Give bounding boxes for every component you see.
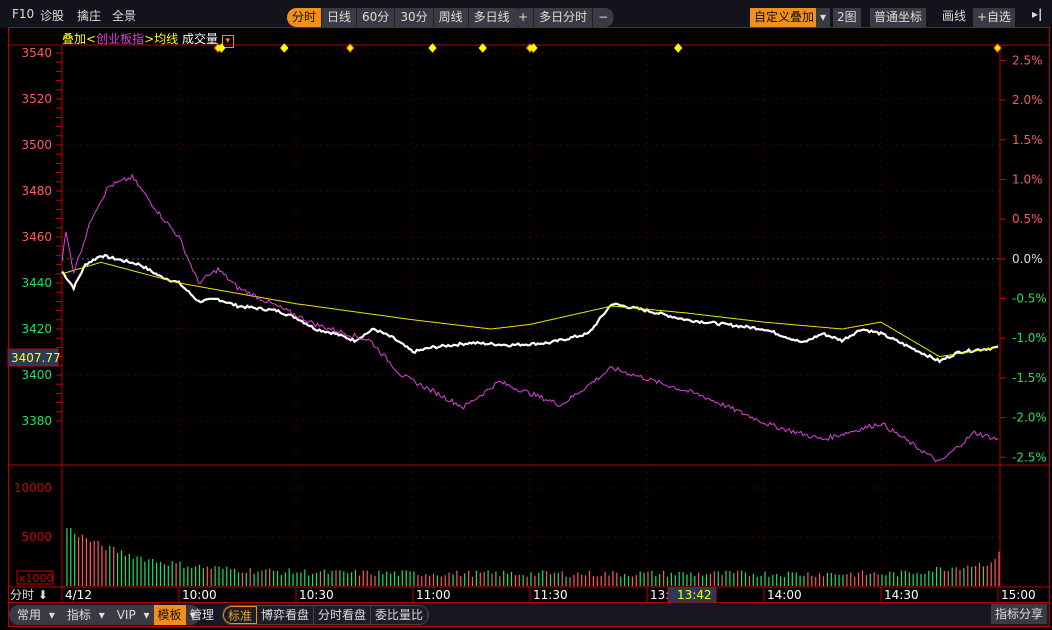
series-avg: [61, 261, 999, 358]
menu-vip[interactable]: VIP ▾: [109, 605, 154, 625]
menu-common[interactable]: 常用 ▾: [9, 605, 59, 625]
pct-tick-label: 2.5%: [1012, 53, 1043, 67]
bottom-menus: 常用 ▾ 指标 ▾ VIP ▾ 模板 ▾: [9, 605, 200, 625]
price-tick-label: 3500: [21, 138, 52, 152]
pct-tick-label: -1.0%: [1012, 331, 1047, 345]
tab-ratio[interactable]: 委比量比: [371, 606, 429, 624]
time-tick-label: 15:00: [1001, 588, 1036, 602]
price-tick-label: 3440: [21, 276, 52, 290]
price-tick-label: 3400: [21, 368, 52, 382]
pct-tick-label: 1.5%: [1012, 133, 1043, 147]
manage-button[interactable]: 管理: [190, 606, 214, 623]
cursor-time-label: 13:42: [677, 588, 712, 602]
tab-intraday[interactable]: 分时看盘: [314, 606, 372, 624]
layout-tabs: 标准 博弈看盘 分时看盘 委比量比: [222, 605, 430, 625]
share-indicator-button[interactable]: 指标分享: [990, 604, 1047, 624]
cursor-price-label: 3407.77: [11, 351, 61, 365]
pct-tick-label: 0.5%: [1012, 212, 1043, 226]
volume-tick-label: 5000: [21, 530, 52, 544]
pct-tick-label: 1.0%: [1012, 172, 1043, 186]
volume-unit-label: x1000: [19, 572, 54, 585]
price-tick-label: 3380: [21, 414, 52, 428]
time-tick-label: 4/12: [65, 588, 92, 602]
pct-tick-label: -1.5%: [1012, 371, 1047, 385]
price-tick-label: 3540: [21, 46, 52, 60]
time-tick-label: 11:30: [533, 588, 568, 602]
tab-standard[interactable]: 标准: [223, 606, 258, 624]
price-tick-label: 3520: [21, 92, 52, 106]
time-tick-label: 10:30: [299, 588, 334, 602]
price-tick-label: 3480: [21, 184, 52, 198]
series-price: [61, 253, 999, 364]
time-tick-label: 14:30: [884, 588, 919, 602]
menu-indicator[interactable]: 指标 ▾: [59, 605, 109, 625]
volume-tick-label: 10000: [14, 481, 52, 495]
period-label: 分时 ⬇: [10, 588, 48, 602]
pct-tick-label: 0.0%: [1012, 252, 1043, 266]
tab-game[interactable]: 博弈看盘: [257, 606, 315, 624]
time-tick-label: 10:00: [182, 588, 217, 602]
time-tick-label: 14:00: [767, 588, 802, 602]
menu-template[interactable]: 模板: [153, 605, 186, 625]
pct-tick-label: 2.0%: [1012, 93, 1043, 107]
pct-tick-label: -2.0%: [1012, 411, 1047, 425]
time-tick-label: 11:00: [416, 588, 451, 602]
pct-tick-label: -0.5%: [1012, 292, 1047, 306]
price-tick-label: 3420: [21, 322, 52, 336]
pct-tick-label: -2.5%: [1012, 450, 1047, 464]
intraday-chart[interactable]: 3540 3520 3500 3480 3460 3440 3420 3400 3380 2.5%…: [0, 0, 1052, 630]
bottom-toolbar: 常用 ▾ 指标 ▾ VIP ▾ 模板 ▾ 管理 标准 博弈看盘 分时看盘 委比量比…: [8, 603, 1050, 627]
price-tick-label: 3460: [21, 230, 52, 244]
